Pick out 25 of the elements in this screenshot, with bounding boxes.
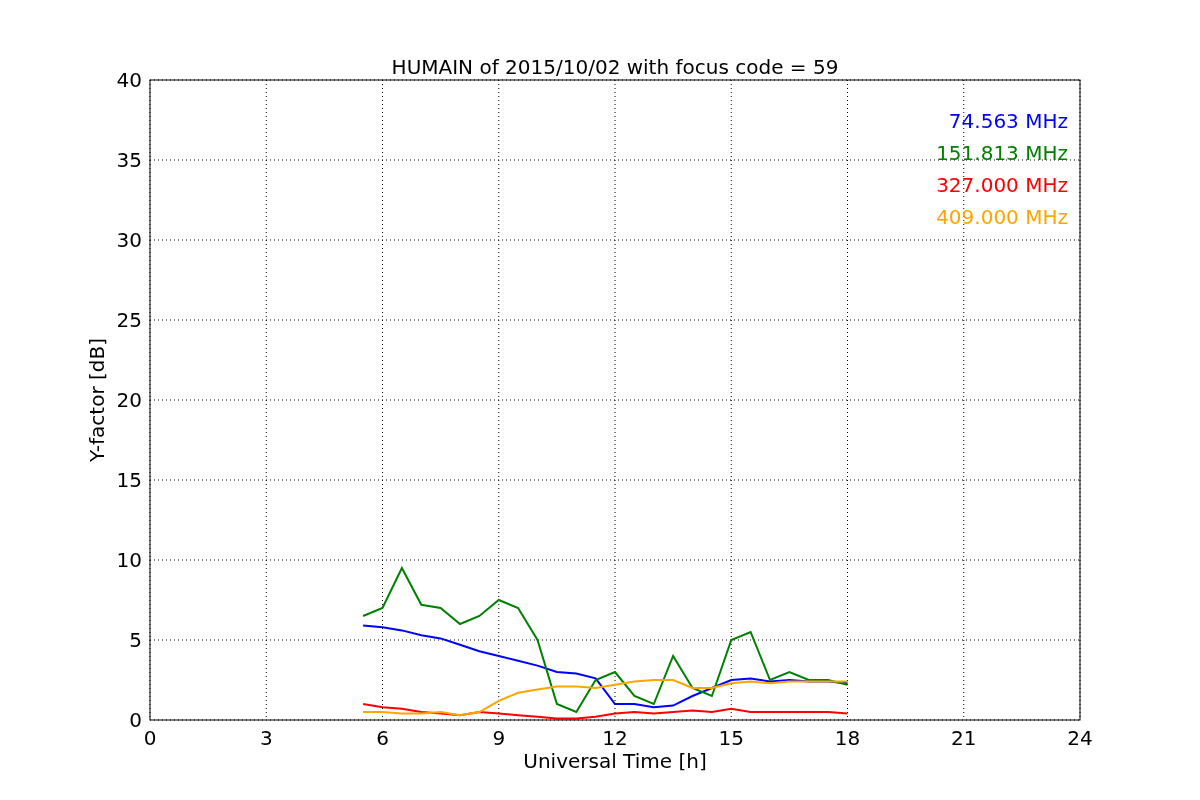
y-tick-label: 15 bbox=[116, 468, 142, 492]
y-tick-label: 10 bbox=[116, 548, 142, 572]
x-tick-label: 6 bbox=[376, 726, 389, 750]
x-tick-label: 12 bbox=[602, 726, 628, 750]
legend-label: 151.813 MHz bbox=[936, 141, 1068, 165]
legend-label: 409.000 MHz bbox=[936, 205, 1068, 229]
x-tick-label: 18 bbox=[834, 726, 861, 750]
y-tick-label: 35 bbox=[116, 148, 142, 172]
y-tick-label: 30 bbox=[116, 228, 142, 252]
x-axis-label: Universal Time [h] bbox=[523, 749, 707, 773]
legend-label: 74.563 MHz bbox=[948, 109, 1068, 133]
y-tick-label: 5 bbox=[129, 628, 142, 652]
x-tick-label: 24 bbox=[1067, 726, 1093, 750]
y-axis-label: Y-factor [dB] bbox=[85, 338, 109, 462]
chart-title: HUMAIN of 2015/10/02 with focus code = 59 bbox=[391, 55, 839, 79]
x-tick-label: 0 bbox=[143, 726, 157, 750]
x-tick-label: 9 bbox=[492, 726, 506, 750]
y-tick-label: 25 bbox=[116, 308, 142, 332]
legend-label: 327.000 MHz bbox=[936, 173, 1068, 197]
x-tick-label: 21 bbox=[951, 726, 977, 750]
x-tick-label: 15 bbox=[718, 726, 744, 750]
y-tick-label: 20 bbox=[116, 388, 142, 412]
y-tick-label: 0 bbox=[129, 708, 142, 732]
x-tick-label: 3 bbox=[259, 726, 273, 750]
y-tick-label: 40 bbox=[116, 68, 142, 92]
